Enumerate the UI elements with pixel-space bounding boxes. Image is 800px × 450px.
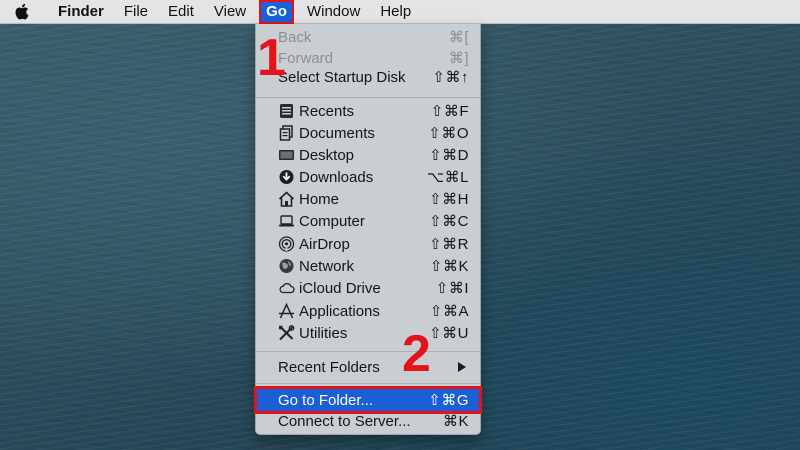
shortcut-label: ⇧⌘H bbox=[429, 191, 469, 208]
shortcut-label: ⇧⌘C bbox=[429, 213, 469, 230]
menu-item-recent-folders[interactable]: Recent Folders bbox=[256, 356, 480, 378]
menu-item-airdrop[interactable]: AirDrop ⇧⌘R bbox=[256, 233, 480, 255]
menu-item-desktop[interactable]: Desktop ⇧⌘D bbox=[256, 144, 480, 166]
menu-item-applications[interactable]: Applications ⇧⌘A bbox=[256, 300, 480, 322]
shortcut-label: ⇧⌘↑ bbox=[432, 69, 469, 86]
menu-separator bbox=[256, 351, 480, 352]
icloud-icon bbox=[279, 283, 295, 294]
menu-item-label: AirDrop bbox=[299, 235, 350, 253]
menu-item-connect-to-server[interactable]: Connect to Server... ⌘K bbox=[256, 410, 480, 432]
shortcut-label: ⌘[ bbox=[448, 29, 469, 46]
documents-icon bbox=[279, 125, 293, 141]
menu-item-label: Desktop bbox=[299, 146, 355, 164]
menu-item-documents[interactable]: Documents ⇧⌘O bbox=[256, 122, 480, 144]
downloads-icon bbox=[279, 170, 294, 184]
shortcut-label: ⇧⌘D bbox=[429, 147, 469, 164]
shortcut-label: ⇧⌘A bbox=[429, 303, 469, 320]
menu-window[interactable]: Window bbox=[297, 0, 370, 24]
desktop-icon bbox=[279, 150, 294, 160]
menu-view[interactable]: View bbox=[204, 0, 256, 24]
home-icon bbox=[278, 191, 295, 207]
menu-item-label: Documents bbox=[299, 124, 375, 142]
menu-bar: Finder File Edit View Go Window Help bbox=[0, 0, 800, 24]
menu-item-go-to-folder[interactable]: Go to Folder... ⇧⌘G bbox=[254, 386, 482, 414]
submenu-arrow-icon bbox=[458, 362, 466, 372]
menu-item-utilities[interactable]: Utilities ⇧⌘U bbox=[256, 322, 480, 344]
menu-item-computer[interactable]: Computer ⇧⌘C bbox=[256, 210, 480, 232]
applications-icon bbox=[279, 303, 294, 319]
utilities-icon bbox=[279, 325, 295, 341]
menu-item-label: Forward bbox=[278, 49, 334, 67]
shortcut-label: ⌘] bbox=[448, 50, 469, 67]
computer-icon bbox=[279, 215, 294, 227]
menu-item-label: Recents bbox=[299, 102, 355, 120]
shortcut-label: ⇧⌘O bbox=[428, 125, 469, 142]
menu-finder[interactable]: Finder bbox=[48, 0, 114, 24]
shortcut-label: ⇧⌘K bbox=[429, 258, 469, 275]
annotation-step-1: 1 bbox=[257, 29, 286, 87]
shortcut-label: ⇧⌘G bbox=[428, 392, 469, 409]
menu-item-label: Applications bbox=[299, 302, 380, 320]
menu-item-label: Connect to Server... bbox=[278, 412, 411, 430]
go-menu-dropdown: Back ⌘[ Forward ⌘] Select Startup Disk ⇧… bbox=[254, 24, 482, 435]
menu-file[interactable]: File bbox=[114, 0, 158, 24]
menu-item-label: Network bbox=[299, 257, 355, 275]
menu-item-label: Go to Folder... bbox=[278, 391, 374, 409]
menu-item-label: Select Startup Disk bbox=[278, 68, 406, 86]
menu-item-select-startup-disk[interactable]: Select Startup Disk ⇧⌘↑ bbox=[256, 66, 480, 88]
annotation-step-2: 2 bbox=[402, 325, 431, 383]
network-icon bbox=[279, 259, 294, 273]
menu-go[interactable]: Go bbox=[259, 0, 294, 24]
menu-edit[interactable]: Edit bbox=[158, 0, 204, 24]
apple-menu-icon[interactable] bbox=[14, 3, 40, 20]
recents-icon bbox=[280, 104, 293, 118]
menu-item-downloads[interactable]: Downloads ⌥⌘L bbox=[256, 166, 480, 188]
menu-item-label: Utilities bbox=[299, 324, 348, 342]
shortcut-label: ⌘K bbox=[442, 413, 469, 430]
menu-separator bbox=[256, 383, 480, 384]
menu-item-label: Downloads bbox=[299, 168, 374, 186]
menu-item-recents[interactable]: Recents ⇧⌘F bbox=[256, 100, 480, 122]
menu-item-label: Home bbox=[299, 190, 340, 208]
shortcut-label: ⇧⌘F bbox=[430, 103, 469, 120]
menu-item-home[interactable]: Home ⇧⌘H bbox=[256, 188, 480, 210]
shortcut-label: ⇧⌘R bbox=[429, 236, 469, 253]
menu-item-label: Computer bbox=[299, 212, 365, 230]
shortcut-label: ⇧⌘U bbox=[429, 325, 469, 342]
menu-item-icloud-drive[interactable]: iCloud Drive ⇧⌘I bbox=[256, 277, 480, 299]
airdrop-icon bbox=[278, 236, 295, 252]
menu-item-network[interactable]: Network ⇧⌘K bbox=[256, 255, 480, 277]
menu-item-label: iCloud Drive bbox=[299, 279, 381, 297]
shortcut-label: ⇧⌘I bbox=[435, 280, 469, 297]
menu-item-back[interactable]: Back ⌘[ bbox=[256, 26, 480, 48]
menu-help[interactable]: Help bbox=[370, 0, 421, 24]
shortcut-label: ⌥⌘L bbox=[426, 169, 469, 186]
menu-separator bbox=[256, 97, 480, 98]
menu-item-label: Recent Folders bbox=[278, 358, 380, 376]
